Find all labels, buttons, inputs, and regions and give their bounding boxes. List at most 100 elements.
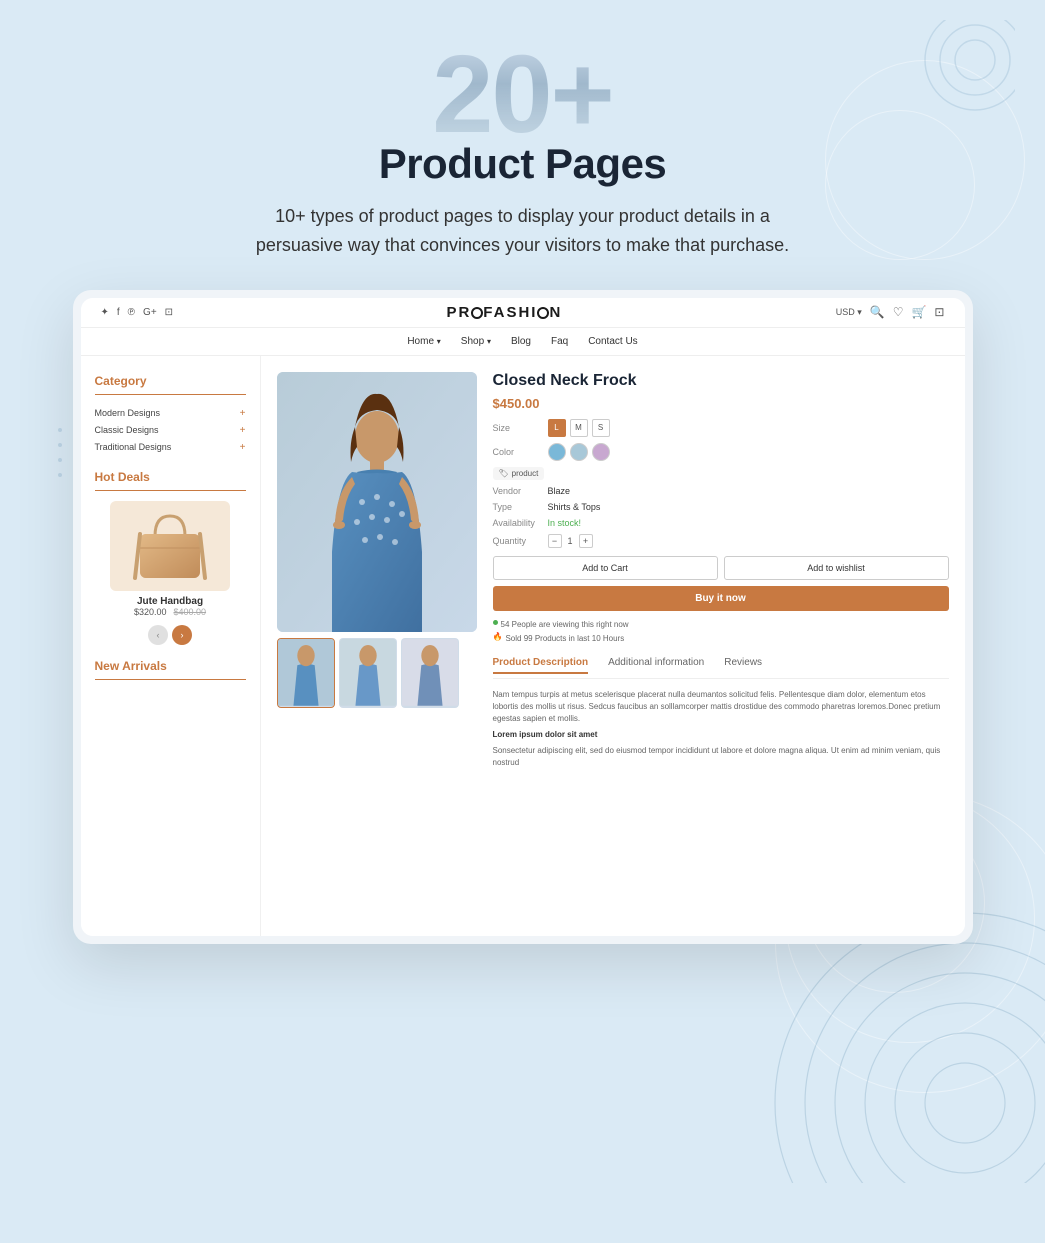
sidebar-item-modern[interactable]: Modern Designs + [95, 405, 246, 422]
quantity-value: 1 [568, 536, 573, 546]
new-arrivals-divider [95, 679, 246, 680]
quantity-increase[interactable]: + [579, 534, 593, 548]
viewers-social-proof: 54 People are viewing this right now [493, 617, 949, 629]
currency-selector[interactable]: USD ▾ [836, 307, 862, 318]
sidebar-item-label: Traditional Designs [95, 442, 172, 452]
sidebar-item-traditional[interactable]: Traditional Designs + [95, 439, 246, 456]
expand-icon-traditional: + [240, 442, 246, 453]
hot-deal-product-name: Jute Handbag [95, 596, 246, 607]
size-m[interactable]: M [570, 419, 588, 437]
sidebar-item-label: Modern Designs [95, 408, 161, 418]
search-icon[interactable]: 🔍 [870, 305, 885, 319]
page-title: Product Pages [20, 140, 1025, 188]
browser-inner: ✦ f ℗ G+ ⊡ PRFASHIN USD ▾ 🔍 ♡ 🛒 ⊡ Home ▾… [81, 298, 965, 936]
availability-value: In stock! [548, 518, 582, 528]
thumbnail-2[interactable] [339, 638, 397, 708]
store-topbar: ✦ f ℗ G+ ⊡ PRFASHIN USD ▾ 🔍 ♡ 🛒 ⊡ [81, 298, 965, 328]
social-icons-group: ✦ f ℗ G+ ⊡ [101, 307, 174, 318]
header-section: 20+ Product Pages 10+ types of product p… [0, 0, 1045, 290]
size-l[interactable]: L [548, 419, 566, 437]
product-price: $450.00 [493, 396, 949, 411]
description-bold-text: Lorem ipsum dolor sit amet [493, 729, 949, 741]
wishlist-icon[interactable]: ♡ [893, 305, 904, 319]
quantity-decrease[interactable]: − [548, 534, 562, 548]
thumbnail-3[interactable] [401, 638, 459, 708]
nav-blog[interactable]: Blog [511, 336, 531, 347]
thumb-dress-1 [278, 638, 334, 707]
cart-icon[interactable]: 🛒 [911, 305, 926, 319]
product-description-text: Nam tempus turpis at metus scelerisque p… [493, 689, 949, 769]
size-options: L M S [548, 419, 610, 437]
home-arrow: ▾ [437, 337, 441, 346]
product-tabs: Product Description Additional informati… [493, 657, 949, 679]
thumb-dress-2 [340, 638, 396, 707]
nav-contact[interactable]: Contact Us [588, 336, 637, 347]
viewers-text: 54 People are viewing this right now [501, 620, 629, 629]
store-main-content: Category Modern Designs + Classic Design… [81, 356, 965, 936]
tab-reviews[interactable]: Reviews [724, 657, 762, 674]
description-paragraph-1: Nam tempus turpis at metus scelerisque p… [493, 689, 949, 725]
main-product-image [277, 372, 477, 632]
product-top-area: Closed Neck Frock $450.00 Size L M S [277, 372, 949, 769]
store-navigation: Home ▾ Shop ▾ Blog Faq Contact Us [81, 328, 965, 356]
thumbnail-1[interactable] [277, 638, 335, 708]
add-to-cart-button[interactable]: Add to Cart [493, 556, 718, 580]
slider-nav-arrows: ‹ › [95, 625, 246, 645]
new-arrivals-title: New Arrivals [95, 659, 246, 673]
size-s[interactable]: S [592, 419, 610, 437]
hot-deals-title: Hot Deals [95, 470, 246, 484]
sidebar-item-classic[interactable]: Classic Designs + [95, 422, 246, 439]
availability-label: Availability [493, 518, 548, 528]
account-icon[interactable]: ⊡ [934, 305, 944, 319]
color-row: Color [493, 443, 949, 461]
nav-home[interactable]: Home ▾ [407, 336, 440, 347]
facebook-icon: f [117, 307, 120, 318]
availability-row: Availability In stock! [493, 518, 949, 528]
tab-product-description[interactable]: Product Description [493, 657, 589, 674]
nav-shop[interactable]: Shop ▾ [461, 336, 491, 347]
store-logo: PRFASHIN [446, 304, 562, 321]
fire-icon: 🔥 [493, 632, 503, 641]
color-opt-1[interactable] [548, 443, 566, 461]
vendor-value: Blaze [548, 486, 571, 496]
color-opt-3[interactable] [592, 443, 610, 461]
tab-additional-info[interactable]: Additional information [608, 657, 704, 674]
product-title: Closed Neck Frock [493, 372, 949, 390]
add-to-wishlist-button[interactable]: Add to wishlist [724, 556, 949, 580]
hot-deal-product-price: $320.00 [134, 607, 167, 617]
buy-now-button[interactable]: Buy it now [493, 586, 949, 611]
nav-faq[interactable]: Faq [551, 336, 568, 347]
product-section: Closed Neck Frock $450.00 Size L M S [261, 356, 965, 936]
dress-model-image [277, 372, 477, 632]
big-number: 20+ [20, 40, 1025, 150]
vendor-row: Vendor Blaze [493, 486, 949, 496]
sidebar-item-label: Classic Designs [95, 425, 159, 435]
hot-deals-divider [95, 490, 246, 491]
tag-icon: 🏷 [499, 469, 509, 478]
tag-row: 🏷 product [493, 467, 949, 480]
sold-social-proof: 🔥 Sold 99 Products in last 10 Hours [493, 631, 949, 643]
next-arrow[interactable]: › [172, 625, 192, 645]
quantity-label: Quantity [493, 536, 548, 546]
vendor-label: Vendor [493, 486, 548, 496]
sidebar: Category Modern Designs + Classic Design… [81, 356, 261, 936]
spiral-decoration [765, 903, 1045, 1183]
type-row: Type Shirts & Tops [493, 502, 949, 512]
thumb-dress-3 [402, 638, 458, 707]
type-label: Type [493, 502, 548, 512]
product-info: Closed Neck Frock $450.00 Size L M S [493, 372, 949, 769]
hot-deal-product-original-price: $400.00 [174, 607, 207, 617]
online-dot [493, 620, 498, 625]
twitter-icon: ✦ [101, 307, 109, 318]
header-actions: USD ▾ 🔍 ♡ 🛒 ⊡ [836, 305, 945, 319]
product-image-box [110, 501, 230, 591]
color-label: Color [493, 447, 548, 457]
category-divider [95, 394, 246, 395]
size-label: Size [493, 423, 548, 433]
color-opt-2[interactable] [570, 443, 588, 461]
description-paragraph-2: Sonsectetur adipiscing elit, sed do eius… [493, 745, 949, 769]
sold-text: Sold 99 Products in last 10 Hours [505, 634, 624, 643]
handbag-image [125, 506, 215, 586]
shop-arrow: ▾ [487, 337, 491, 346]
prev-arrow[interactable]: ‹ [148, 625, 168, 645]
